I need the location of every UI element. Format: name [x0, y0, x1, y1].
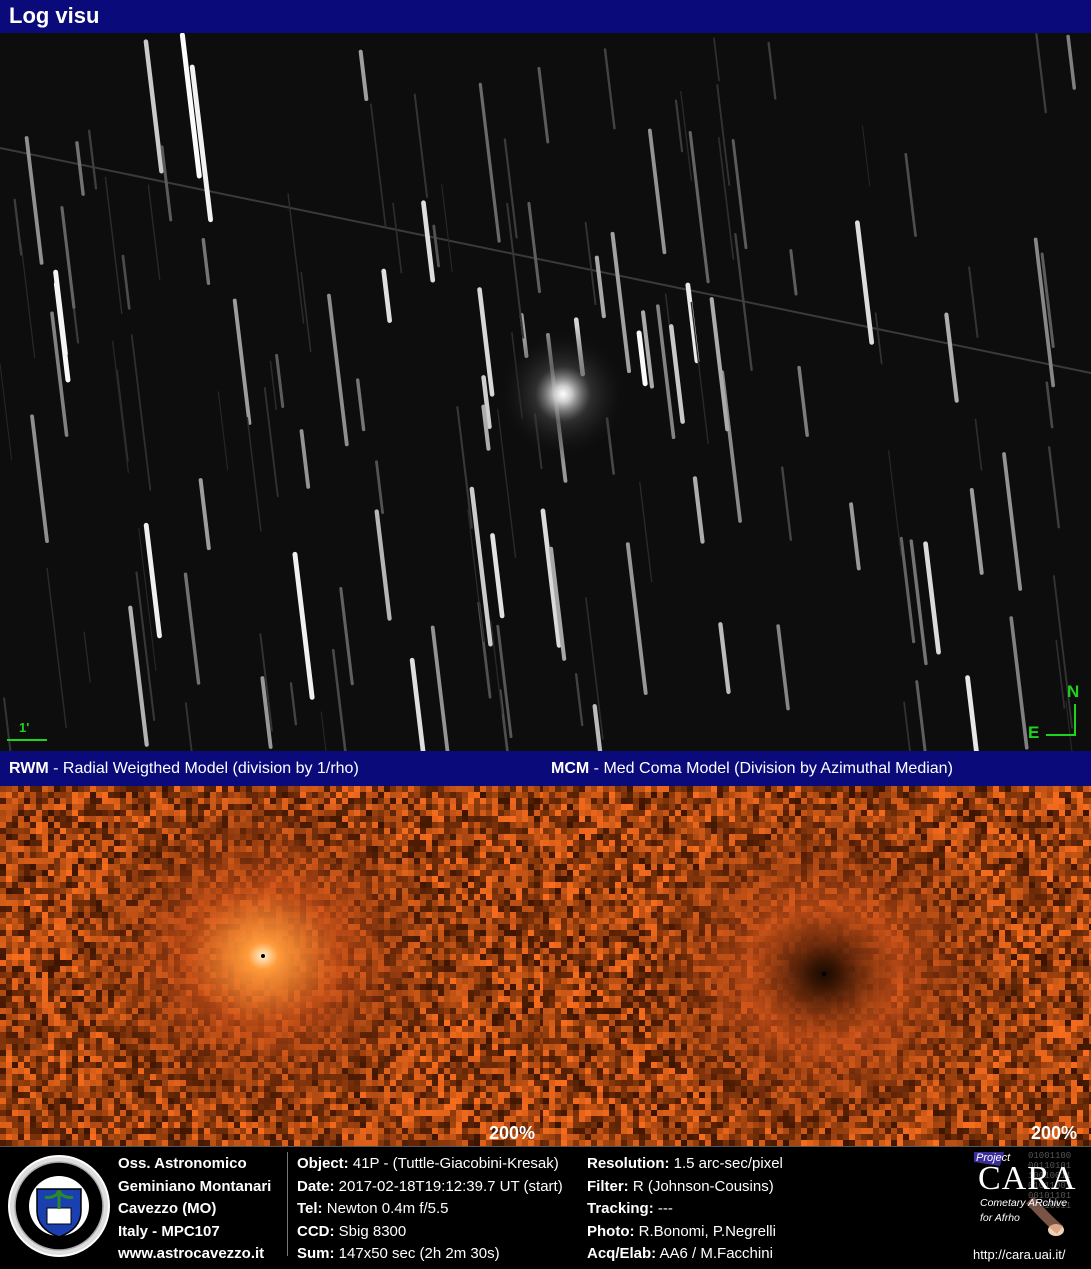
info-photo: Photo: R.Bonomi, P.Negrelli: [587, 1221, 783, 1244]
footer-divider: [287, 1152, 288, 1256]
observatory-line2: Geminiano Montanari: [118, 1176, 271, 1199]
info-object: Object: 41P - (Tuttle-Giacobini-Kresak): [297, 1153, 563, 1176]
observatory-line1: Oss. Astronomico: [118, 1153, 271, 1176]
info-acquisition: Acq/Elab: AA6 / M.Facchini: [587, 1243, 783, 1266]
rwm-caption: RWM - Radial Weigthed Model (division by…: [9, 760, 359, 778]
compass-north-arm: [1074, 704, 1076, 736]
compass-east-arm: [1046, 734, 1076, 736]
observatory-info: Oss. Astronomico Geminiano Montanari Cav…: [118, 1153, 271, 1266]
rwm-panel: 200%: [0, 786, 543, 1146]
model-caption-bar: RWM - Radial Weigthed Model (division by…: [0, 751, 1091, 786]
rwm-abbr: RWM: [9, 760, 49, 777]
cara-url[interactable]: http://cara.uai.it/: [973, 1247, 1066, 1262]
compass-north: N: [1067, 682, 1079, 702]
cara-name: CARA: [978, 1160, 1076, 1198]
info-sum: Sum: 147x50 sec (2h 2m 30s): [297, 1243, 563, 1266]
mcm-caption: MCM - Med Coma Model (Division by Azimut…: [551, 760, 953, 778]
scale-label: 1': [19, 720, 29, 735]
observatory-website[interactable]: www.astrocavezzo.it: [118, 1243, 271, 1266]
comet-star-field-image: [0, 33, 1091, 751]
title-bar: Log visu: [0, 0, 1091, 33]
rwm-desc: - Radial Weigthed Model (division by 1/r…: [49, 760, 359, 777]
observatory-line3: Cavezzo (MO): [118, 1198, 271, 1221]
observatory-seal: [7, 1153, 111, 1259]
cara-logo: 01001100 00110101 10010011 01011001 0010…: [970, 1150, 1088, 1266]
info-column-right: Resolution: 1.5 arc-sec/pixel Filter: R …: [587, 1153, 783, 1266]
star-trails-canvas: [0, 33, 1091, 751]
mcm-zoom: 200%: [1031, 1123, 1077, 1144]
info-tracking: Tracking: ---: [587, 1198, 783, 1221]
page-title: Log visu: [9, 3, 99, 29]
info-date: Date: 2017-02-18T19:12:39.7 UT (start): [297, 1176, 563, 1199]
mcm-panel: 200%: [543, 786, 1091, 1146]
compass-rose: N E: [1028, 682, 1088, 744]
info-resolution: Resolution: 1.5 arc-sec/pixel: [587, 1153, 783, 1176]
info-column-left: Object: 41P - (Tuttle-Giacobini-Kresak) …: [297, 1153, 563, 1266]
info-telescope: Tel: Newton 0.4m f/5.5: [297, 1198, 563, 1221]
info-filter: Filter: R (Johnson-Cousins): [587, 1176, 783, 1199]
mcm-desc: - Med Coma Model (Division by Azimuthal …: [589, 760, 953, 777]
cara-subtitle-1: Cometary ARchive: [980, 1197, 1067, 1209]
cara-subtitle-2: for Afrho: [980, 1212, 1020, 1224]
mcm-image: [543, 786, 1091, 1146]
scale-line: [7, 739, 47, 741]
info-ccd: CCD: Sbig 8300: [297, 1221, 563, 1244]
rwm-zoom: 200%: [489, 1123, 535, 1144]
observatory-line4: Italy - MPC107: [118, 1221, 271, 1244]
compass-east: E: [1028, 723, 1039, 743]
mcm-abbr: MCM: [551, 760, 589, 777]
rwm-image: [0, 786, 543, 1146]
